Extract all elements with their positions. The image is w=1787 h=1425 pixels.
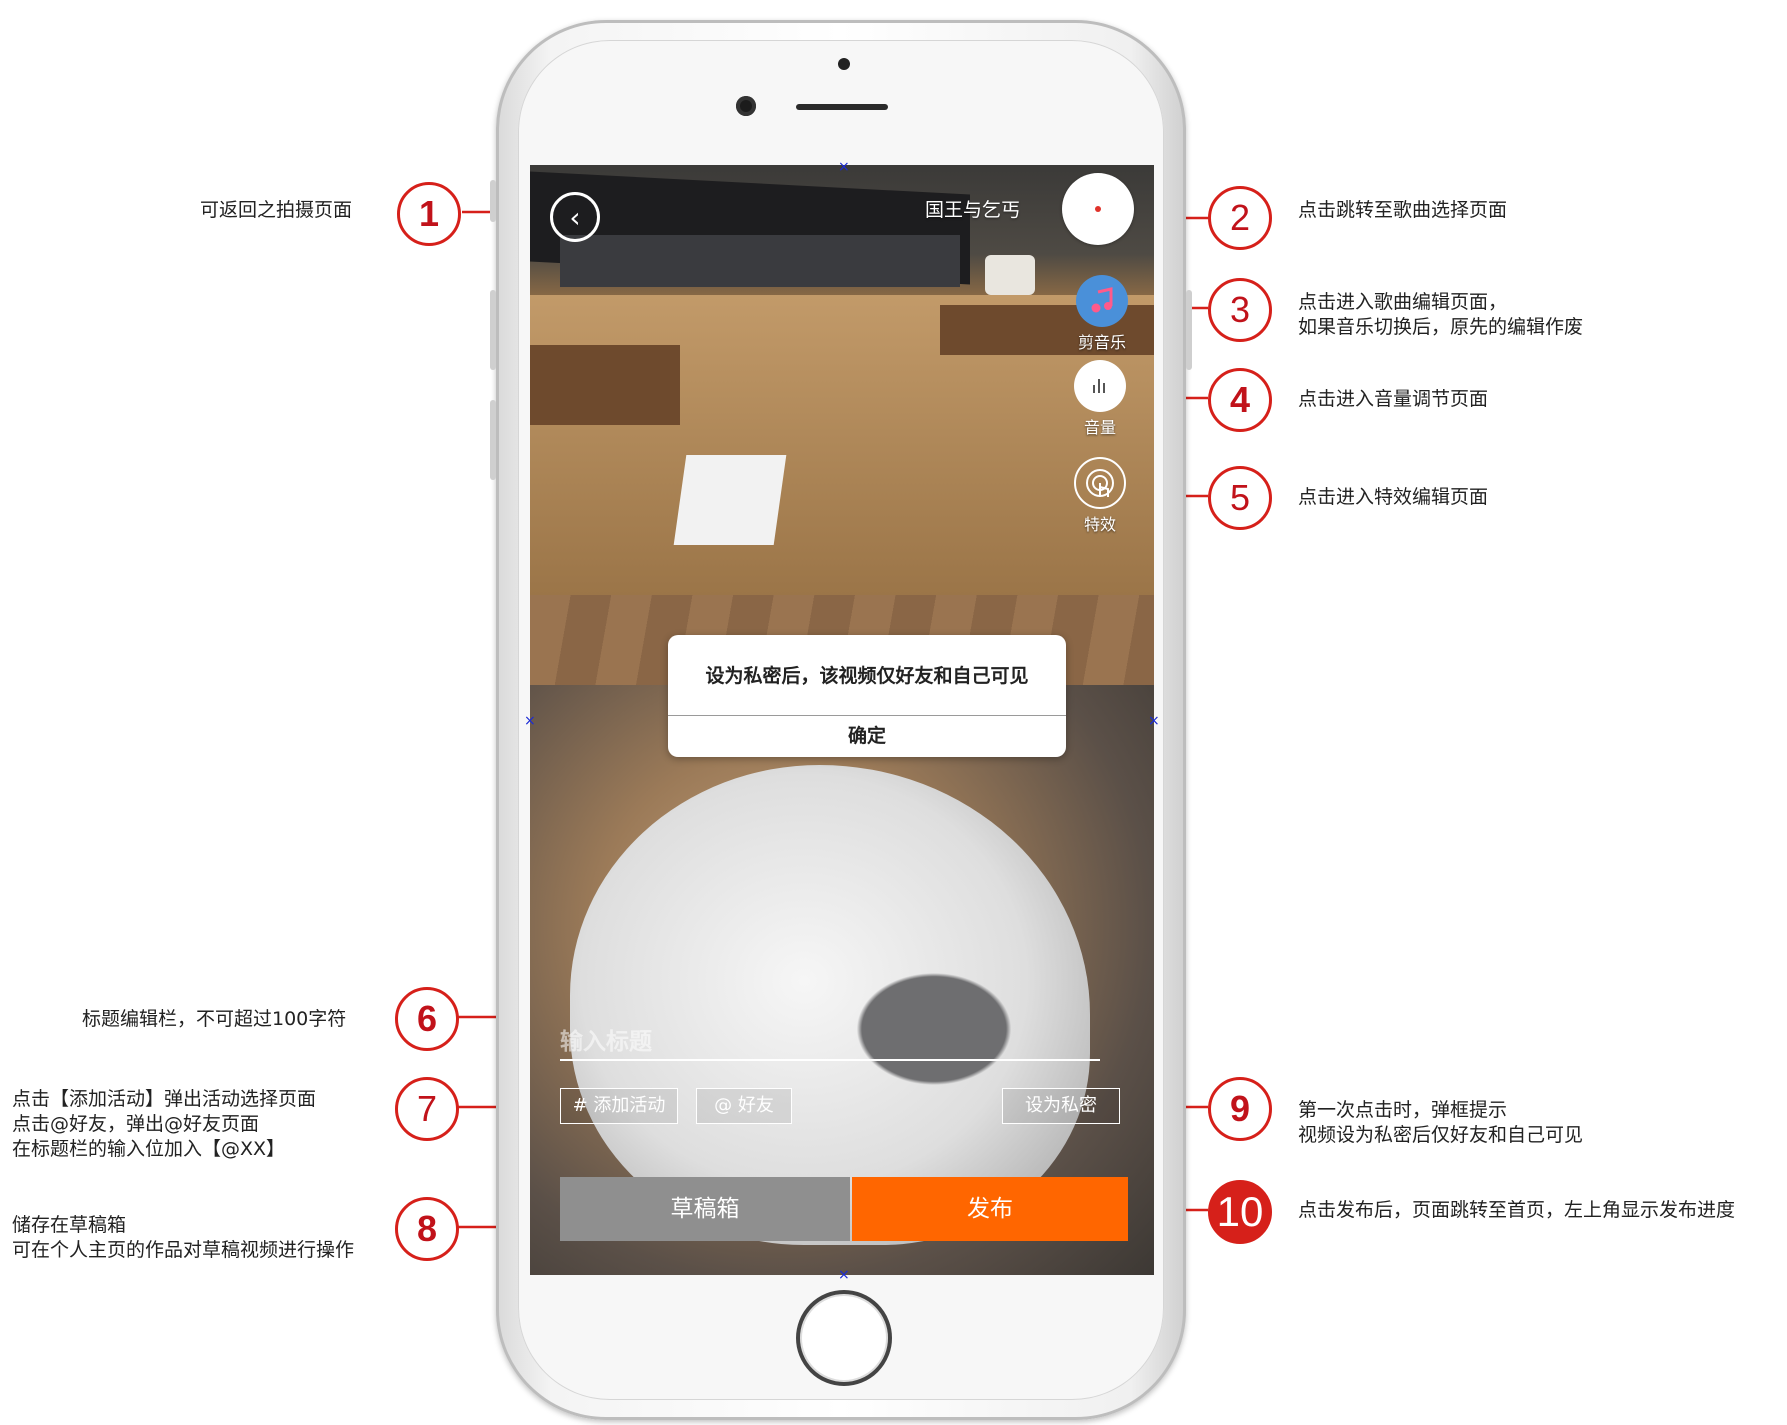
annotation-text: 储存在草稿箱 可在个人主页的作品对草稿视频进行操作: [12, 1213, 354, 1263]
chevron-left-icon: ‹: [569, 200, 581, 234]
annotation-number: 1: [397, 182, 461, 246]
annotation-line: 视频设为私密后仅好友和自己可见: [1298, 1124, 1584, 1146]
add-activity-button[interactable]: # 添加活动: [560, 1088, 678, 1124]
annotation-line: 点击进入特效编辑页面: [1298, 486, 1489, 508]
drawer-image: [530, 345, 680, 425]
tool-label: 音量: [1083, 418, 1116, 437]
annotation-text: 点击进入特效编辑页面: [1298, 485, 1488, 510]
annotation-text: 点击【添加活动】弹出活动选择页面 点击@好友，弹出@好友页面 在标题栏的输入位加…: [12, 1087, 316, 1162]
annotation-number: 2: [1208, 186, 1272, 250]
annotation-text: 点击跳转至歌曲选择页面: [1298, 198, 1507, 223]
annotation-line: 储存在草稿箱: [12, 1214, 127, 1236]
annotation-line: 点击【添加活动】弹出活动选择页面: [12, 1088, 317, 1110]
earpiece-speaker: [796, 104, 888, 110]
books-image: [673, 455, 787, 545]
annotation-number: 4: [1208, 368, 1272, 432]
guide-marker-icon: ×: [524, 713, 536, 729]
effects-button[interactable]: 特效: [1072, 457, 1128, 535]
set-private-button[interactable]: 设为私密: [1002, 1088, 1120, 1124]
tool-label: 特效: [1083, 515, 1116, 534]
annotation-number: 10: [1208, 1180, 1272, 1244]
volume-up-button: [490, 290, 496, 370]
annotation-line: 可在个人主页的作品对草稿视频进行操作: [12, 1239, 355, 1261]
annotation-number: 6: [395, 987, 459, 1051]
annotation-text: 可返回之拍摄页面: [200, 198, 352, 223]
dialog-divider: [668, 715, 1066, 716]
draft-button[interactable]: 草稿箱: [560, 1177, 850, 1241]
soundbar-image: [560, 235, 960, 287]
annotation-line: 点击进入歌曲编辑页面，: [1298, 291, 1508, 313]
mute-switch: [490, 180, 496, 222]
annotation-number: 5: [1208, 466, 1272, 530]
volume-button[interactable]: 音量: [1072, 360, 1128, 438]
proximity-sensor: [838, 58, 850, 70]
power-button: [1186, 290, 1192, 370]
back-button[interactable]: ‹: [550, 192, 600, 242]
private-confirm-dialog: 设为私密后，该视频仅好友和自己可见 确定: [668, 635, 1066, 757]
annotation-text: 标题编辑栏，不可超过100字符: [82, 1007, 346, 1032]
annotation-line: 标题编辑栏，不可超过100字符: [82, 1008, 347, 1030]
cut-music-button[interactable]: 剪音乐: [1074, 275, 1130, 353]
music-note-icon: [1076, 275, 1128, 327]
annotation-text: 第一次点击时，弹框提示 视频设为私密后仅好友和自己可见: [1298, 1098, 1583, 1148]
annotation-line: 点击进入音量调节页面: [1298, 388, 1489, 410]
annotation-text: 点击进入音量调节页面: [1298, 387, 1488, 412]
front-camera: [736, 96, 756, 116]
disc-center-icon: [1095, 206, 1101, 212]
dialog-message: 设为私密后，该视频仅好友和自己可见: [705, 665, 1029, 687]
guide-marker-icon: ×: [838, 1267, 850, 1283]
dialog-confirm-button[interactable]: 确定: [668, 721, 1066, 748]
guide-marker-icon: ×: [838, 159, 850, 175]
annotation-text: 点击发布后，页面跳转至首页，左上角显示发布进度: [1298, 1198, 1735, 1223]
annotation-line: 点击@好友，弹出@好友页面: [12, 1113, 260, 1135]
video-editor-screen: ‹ 国王与乞丐 剪音乐 音量 特效 设为私密后，该视频仅好友和自己可见 确定 #…: [530, 165, 1154, 1275]
annotation-line: 可返回之拍摄页面: [200, 199, 353, 221]
annotation-number: 9: [1208, 1077, 1272, 1141]
annotation-line: 点击跳转至歌曲选择页面: [1298, 199, 1508, 221]
touch-effect-icon: [1074, 457, 1126, 509]
annotation-line: 点击发布后，页面跳转至首页，左上角显示发布进度: [1298, 1199, 1736, 1221]
plant-pot-image: [985, 255, 1035, 295]
annotation-number: 8: [395, 1197, 459, 1261]
mention-friend-button[interactable]: @ 好友: [696, 1088, 792, 1124]
song-disc-button[interactable]: [1062, 173, 1134, 245]
song-title[interactable]: 国王与乞丐: [880, 195, 1020, 222]
annotation-text: 点击进入歌曲编辑页面， 如果音乐切换后，原先的编辑作废: [1298, 290, 1583, 340]
volume-bars-icon: [1074, 360, 1126, 412]
home-button[interactable]: [796, 1290, 892, 1386]
annotation-number: 7: [395, 1077, 459, 1141]
volume-down-button: [490, 400, 496, 480]
publish-button[interactable]: 发布: [852, 1177, 1128, 1241]
title-input[interactable]: [560, 1025, 1100, 1061]
tool-label: 剪音乐: [1077, 333, 1126, 352]
annotation-number: 3: [1208, 278, 1272, 342]
guide-marker-icon: ×: [1148, 713, 1160, 729]
annotation-line: 第一次点击时，弹框提示: [1298, 1099, 1508, 1121]
annotation-line: 如果音乐切换后，原先的编辑作废: [1298, 316, 1584, 338]
annotation-line: 在标题栏的输入位加入【@XX】: [12, 1138, 286, 1160]
